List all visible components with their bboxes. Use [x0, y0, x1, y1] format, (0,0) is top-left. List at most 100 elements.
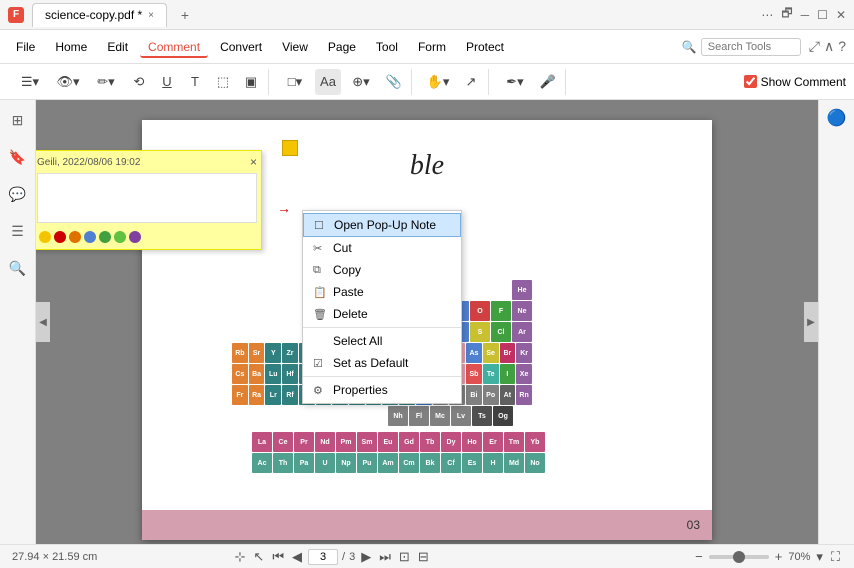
ctx-set-default[interactable]: ☑ Set as Default: [303, 352, 461, 374]
document-tab[interactable]: science-copy.pdf * ×: [32, 3, 167, 27]
menu-protect[interactable]: Protect: [458, 36, 512, 58]
menu-edit[interactable]: Edit: [99, 36, 136, 58]
right-panel-collapse[interactable]: ▶: [804, 302, 818, 342]
element-Po: Po: [483, 385, 499, 405]
show-comment-checkbox[interactable]: [744, 75, 757, 88]
new-tab-button[interactable]: +: [175, 5, 195, 25]
element-Fl: Fl: [409, 406, 429, 426]
toolbar-view-button[interactable]: 👁▾: [50, 69, 86, 95]
ctx-select-all[interactable]: Select All: [303, 330, 461, 352]
menu-comment[interactable]: Comment: [140, 36, 208, 58]
first-page-button[interactable]: ⏮: [270, 549, 286, 565]
menu-view[interactable]: View: [274, 36, 316, 58]
menu-convert[interactable]: Convert: [212, 36, 270, 58]
zoom-level: 70%: [788, 551, 810, 563]
color-yellow[interactable]: [39, 231, 51, 243]
zoom-dropdown[interactable]: ▾: [814, 549, 825, 565]
toolbar-callout-button[interactable]: ▣: [238, 69, 264, 95]
ctx-open-popup[interactable]: ☐ Open Pop-Up Note: [303, 213, 461, 237]
menu-file[interactable]: File: [8, 36, 43, 58]
sidebar-bookmark-icon[interactable]: 🔖: [5, 145, 30, 170]
ctx-delete[interactable]: 🗑 Delete: [303, 303, 461, 325]
ctx-paste[interactable]: 📋 Paste: [303, 281, 461, 303]
color-red[interactable]: [54, 231, 66, 243]
page-bottom-bar: 03: [142, 510, 712, 540]
menu-tool[interactable]: Tool: [368, 36, 406, 58]
note-icon[interactable]: [282, 140, 298, 156]
element-At: At: [500, 385, 516, 405]
context-menu: ☐ Open Pop-Up Note ✂ Cut ⧉ Copy 📋 Paste …: [302, 210, 462, 404]
close-button[interactable]: ✕: [836, 8, 846, 22]
toolbar-text-button[interactable]: T: [182, 69, 208, 95]
toolbar-draw-button[interactable]: ✏▾: [88, 69, 124, 95]
ctx-default-icon: ☑: [313, 357, 327, 370]
right-panel-icon[interactable]: 🔵: [823, 104, 851, 132]
toolbar-stamp-button[interactable]: ⊕▾: [343, 69, 379, 95]
toolbar-eraser-button[interactable]: ⟲: [126, 69, 152, 95]
sidebar-pages-icon[interactable]: ⊞: [8, 108, 28, 133]
element-Lr: Lr: [265, 385, 281, 405]
ctx-delete-icon: 🗑: [313, 308, 327, 321]
menu-page[interactable]: Page: [320, 36, 364, 58]
ctx-copy[interactable]: ⧉ Copy: [303, 259, 461, 281]
left-panel-collapse[interactable]: ◀: [36, 302, 50, 342]
ctx-paste-icon: 📋: [313, 286, 327, 299]
zoom-controls: − + 70% ▾ ⛶: [693, 549, 842, 565]
note-close-button[interactable]: ×: [250, 155, 257, 169]
help-icon[interactable]: ?: [838, 38, 846, 55]
element-Se: Se: [483, 343, 499, 363]
cursor-mode-button[interactable]: ⊹: [233, 549, 248, 565]
sidebar-comment-icon[interactable]: 💬: [5, 182, 30, 207]
element-Y: Y: [265, 343, 281, 363]
toolbar-signature-button[interactable]: ✒▾: [497, 69, 533, 95]
toolbar: ☰▾ 👁▾ ✏▾ ⟲ U T ⬚ ▣ □▾ Aa ⊕▾ 📎 ✋▾ ↗ ✒▾ 🎤 …: [0, 64, 854, 100]
ctx-cut[interactable]: ✂ Cut: [303, 237, 461, 259]
external-link-icon[interactable]: ⤢: [809, 38, 820, 55]
toolbar-voice-button[interactable]: 🎤: [535, 69, 561, 95]
prev-page-button[interactable]: ◀: [290, 549, 304, 565]
menu-home[interactable]: Home: [47, 36, 95, 58]
element-Ne: Ne: [512, 301, 532, 321]
zoom-slider[interactable]: [709, 555, 769, 559]
zoom-handle[interactable]: [733, 551, 745, 563]
toolbar-textbox-button[interactable]: ⬚: [210, 69, 236, 95]
color-purple[interactable]: [129, 231, 141, 243]
toolbar-hand-button[interactable]: ✋▾: [420, 69, 456, 95]
toolbar-highlight-button[interactable]: Aa: [315, 69, 341, 95]
toolbar-attach-button[interactable]: 📎: [381, 69, 407, 95]
minimize-icon[interactable]: ⋯: [761, 8, 773, 22]
document-area: ◀ Geili, 2022/08/06 19:02 × →: [36, 100, 818, 544]
minimize-button[interactable]: ─: [801, 8, 810, 22]
page-number-input[interactable]: [308, 549, 338, 565]
toolbar-underline-button[interactable]: U: [154, 69, 180, 95]
select-mode-button[interactable]: ↖: [251, 549, 266, 565]
close-tab-button[interactable]: ×: [148, 10, 154, 21]
note-body[interactable]: [37, 173, 257, 223]
restore-icon[interactable]: 🗗: [781, 4, 792, 25]
ctx-properties[interactable]: ⚙ Properties: [303, 379, 461, 401]
element-Pr: Pr: [294, 432, 314, 452]
color-blue[interactable]: [84, 231, 96, 243]
ctx-properties-icon: ⚙: [313, 384, 327, 397]
sidebar-search-icon[interactable]: 🔍: [5, 256, 30, 281]
search-input[interactable]: [701, 38, 801, 56]
zoom-out-button[interactable]: −: [693, 549, 705, 564]
toolbar-cursor-button[interactable]: ↗: [458, 69, 484, 95]
maximize-button[interactable]: ☐: [817, 8, 828, 22]
fullscreen-button[interactable]: ⛶: [829, 549, 842, 565]
fit-page-button[interactable]: ⊡: [397, 549, 412, 565]
menu-form[interactable]: Form: [410, 36, 454, 58]
element-Er: Er: [483, 432, 503, 452]
color-lime[interactable]: [114, 231, 126, 243]
sidebar-layers-icon[interactable]: ☰: [7, 219, 28, 244]
last-page-button[interactable]: ⏭: [377, 549, 393, 565]
next-page-button[interactable]: ▶: [359, 549, 373, 565]
color-orange[interactable]: [69, 231, 81, 243]
fit-width-button[interactable]: ⊟: [416, 549, 431, 565]
toolbar-shape-button[interactable]: □▾: [277, 69, 313, 95]
color-green[interactable]: [99, 231, 111, 243]
expand-up-icon[interactable]: ∧: [824, 38, 834, 55]
element-Ho: Ho: [462, 432, 482, 452]
toolbar-select-button[interactable]: ☰▾: [12, 69, 48, 95]
zoom-in-button[interactable]: +: [773, 549, 785, 564]
